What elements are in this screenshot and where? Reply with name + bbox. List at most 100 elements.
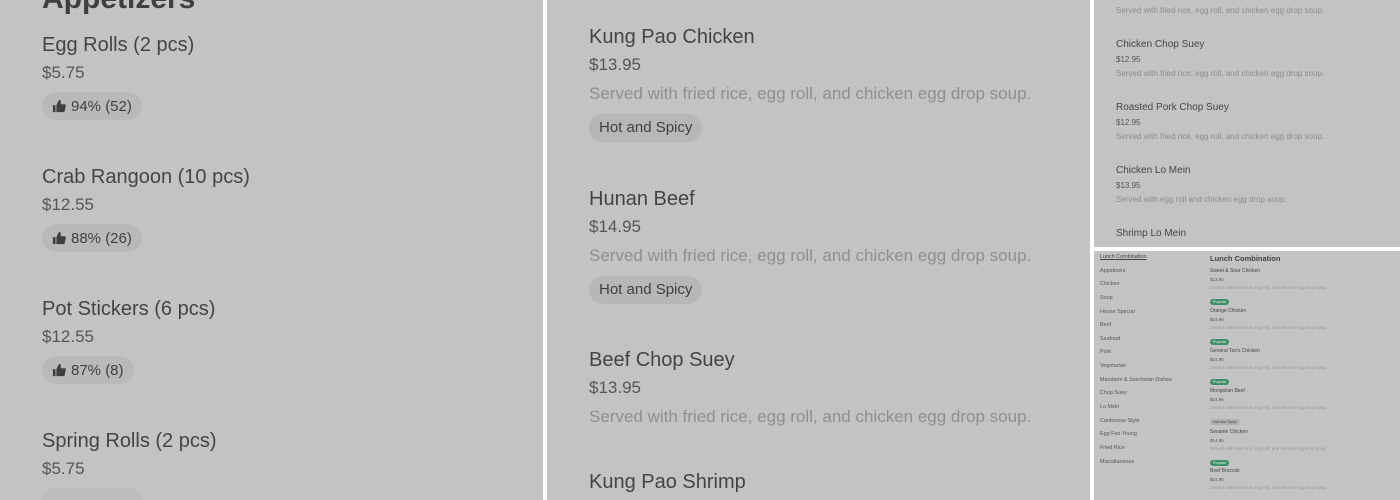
item-description: Served with fried rice, egg roll, and ch… [1116,69,1325,78]
item-description: Served with fried rice, egg roll, and ch… [1210,446,1328,451]
badge-placeholder [42,488,142,500]
item-description: Served with fried rice, egg roll, and ch… [589,84,1032,103]
item-name: Hunan Beef [589,188,695,210]
item-description: Served with fried rice, egg roll, and ch… [1210,365,1328,370]
lunch-combination-panel: Lunch Combination Appetizers Chicken Sou… [1094,251,1400,500]
item-description: Served with fried rice, egg roll, and ch… [1116,132,1325,141]
menu-item[interactable]: Chicken Chop Suey $12.95 Served with fri… [1116,38,1324,79]
item-price: $13.95 [589,55,641,74]
menu-item[interactable]: Pot Stickers (6 pcs) $12.55 87% (8) [42,296,215,384]
item-description: Served with fried rice, egg roll, and ch… [1210,325,1328,330]
menu-item[interactable]: Sesame Chicken $14.95 Served with fried … [1210,429,1390,469]
sidebar-item-pork[interactable]: Pork [1100,349,1194,363]
menu-item[interactable]: General Tso's Chicken $14.95 Served with… [1210,348,1390,388]
menu-item[interactable]: Beef Broccoli $14.95 Served with fried r… [1210,468,1390,490]
popular-tag: Popular [1210,379,1230,385]
sidebar-item-lunch-combination[interactable]: Lunch Combination [1100,254,1194,268]
rating-badge: 88% (26) [42,224,142,252]
item-description: Served with egg roll and chicken egg dro… [1116,195,1287,204]
rating-text: 88% (26) [71,229,132,247]
menu-item[interactable]: Chicken Lo Mein $13.95 Served with egg r… [1116,164,1287,205]
menu-item[interactable]: Roasted Pork Chop Suey $12.95 Served wit… [1116,101,1324,142]
menu-item[interactable]: Mongolian Beef $14.95 Served with fried … [1210,388,1390,428]
appetizers-panel: Appetizers Egg Rolls (2 pcs) $5.75 94% (… [0,0,543,500]
sidebar-item-lo-mein[interactable]: Lo Mein [1100,404,1194,418]
item-price: $14.95 [1210,477,1224,482]
sidebar-item-cantonese-style[interactable]: Cantonese Style [1100,418,1194,432]
item-price: $12.55 [42,327,94,346]
item-name: Egg Rolls (2 pcs) [42,34,195,56]
item-name: Mongolian Beef [1210,388,1245,394]
menu-item[interactable]: Shrimp Lo Mein [1116,227,1186,240]
item-name: Shrimp Lo Mein [1116,228,1187,239]
menu-item[interactable]: Spring Rolls (2 pcs) $5.75 [42,428,217,500]
rating-text: 87% (8) [71,361,124,379]
menu-item[interactable]: Orange Chicken $14.95 Served with fried … [1210,308,1390,348]
item-price: $13.95 [1210,277,1224,282]
popular-tag: Popular [1210,299,1230,305]
sidebar-item-chicken[interactable]: Chicken [1100,281,1194,295]
item-price: $14.95 [1210,438,1224,443]
menu-item[interactable]: Crab Rangoon (10 pcs) $12.55 88% (26) [42,164,250,252]
item-name: Beef Chop Suey [589,349,735,371]
item-name: Pot Stickers (6 pcs) [42,298,216,320]
item-price: $14.95 [589,217,641,236]
item-price: $14.95 [1210,397,1224,402]
item-name: Sweet & Sour Chicken [1210,268,1261,274]
spicy-tag: Hot and Spicy [589,114,703,142]
item-price: $5.75 [42,459,85,478]
sidebar-item-chop-suey[interactable]: Chop Suey [1100,390,1194,404]
rating-text: 94% (52) [71,97,132,115]
spicy-tag: Hot and Spicy [1210,419,1240,425]
item-price: $12.95 [1116,118,1141,127]
menu-item[interactable]: Sweet & Sour Chicken $13.95 Served with … [1210,268,1390,308]
sidebar-item-soup[interactable]: Soup [1100,295,1194,309]
item-description: Served with fried rice, egg roll, and ch… [1210,485,1328,490]
sidebar-item-vegetarian[interactable]: Vegetarian [1100,363,1194,377]
thumbs-up-icon [52,231,66,245]
sidebar-item-house-special[interactable]: House Special [1100,309,1194,323]
item-description: Served with fried rice, egg roll, and ch… [1116,6,1325,15]
sidebar-item-miscellaneous[interactable]: Miscellaneous [1100,459,1194,473]
popular-tag: Popular [1210,339,1230,345]
item-name: Roasted Pork Chop Suey [1116,102,1229,113]
category-sidebar: Lunch Combination Appetizers Chicken Sou… [1100,254,1194,472]
item-price: $5.75 [42,63,85,82]
item-name: Sesame Chicken [1210,429,1248,435]
menu-item[interactable]: Hunan Beef $14.95 Served with fried rice… [589,186,1031,304]
item-name: Kung Pao Shrimp [589,471,746,493]
item-description: Served with fried rice, egg roll, and ch… [589,246,1032,265]
item-price: $12.55 [42,195,94,214]
sidebar-item-beef[interactable]: Beef [1100,322,1194,336]
item-price: $14.95 [1210,357,1224,362]
sidebar-item-egg-foo-young[interactable]: Egg Foo Young [1100,431,1194,445]
menu-item[interactable]: Kung Pao Shrimp [589,469,746,495]
menu-item[interactable]: Beef Chop Suey $13.95 Served with fried … [589,347,1031,428]
item-name: Spring Rolls (2 pcs) [42,430,217,452]
popular-tag: Popular [1210,460,1230,466]
sidebar-item-fried-rice[interactable]: Fried Rice [1100,445,1194,459]
item-name: Chicken Lo Mein [1116,165,1191,176]
item-price: $14.95 [1210,317,1224,322]
rating-badge: 94% (52) [42,92,142,120]
item-price: $12.95 [1116,55,1141,64]
item-price: $13.95 [1116,181,1141,190]
item-name: Orange Chicken [1210,308,1247,314]
menu-item[interactable]: Kung Pao Chicken $13.95 Served with frie… [589,24,1031,142]
item-name: Chicken Chop Suey [1116,39,1205,50]
section-title: Lunch Combination [1210,254,1281,263]
menu-item[interactable]: Egg Rolls (2 pcs) $5.75 94% (52) [42,32,194,120]
sidebar-item-appetizers[interactable]: Appetizers [1100,268,1194,282]
item-name: Kung Pao Chicken [589,26,755,48]
sidebar-item-mandarin-szechwan[interactable]: Mandarin & Szechwan Dishes [1100,377,1194,391]
rating-badge: 87% (8) [42,356,134,384]
item-name: Beef Broccoli [1210,468,1240,474]
thumbs-up-icon [52,363,66,377]
dishes-panel: Kung Pao Chicken $13.95 Served with frie… [547,0,1090,500]
item-description: Served with fried rice, egg roll, and ch… [1210,285,1328,290]
thumbs-up-icon [52,99,66,113]
spicy-tag: Hot and Spicy [589,276,703,304]
sidebar-item-seafood[interactable]: Seafood [1100,336,1194,350]
item-name: General Tso's Chicken [1210,348,1260,354]
section-title: Appetizers [42,0,195,16]
